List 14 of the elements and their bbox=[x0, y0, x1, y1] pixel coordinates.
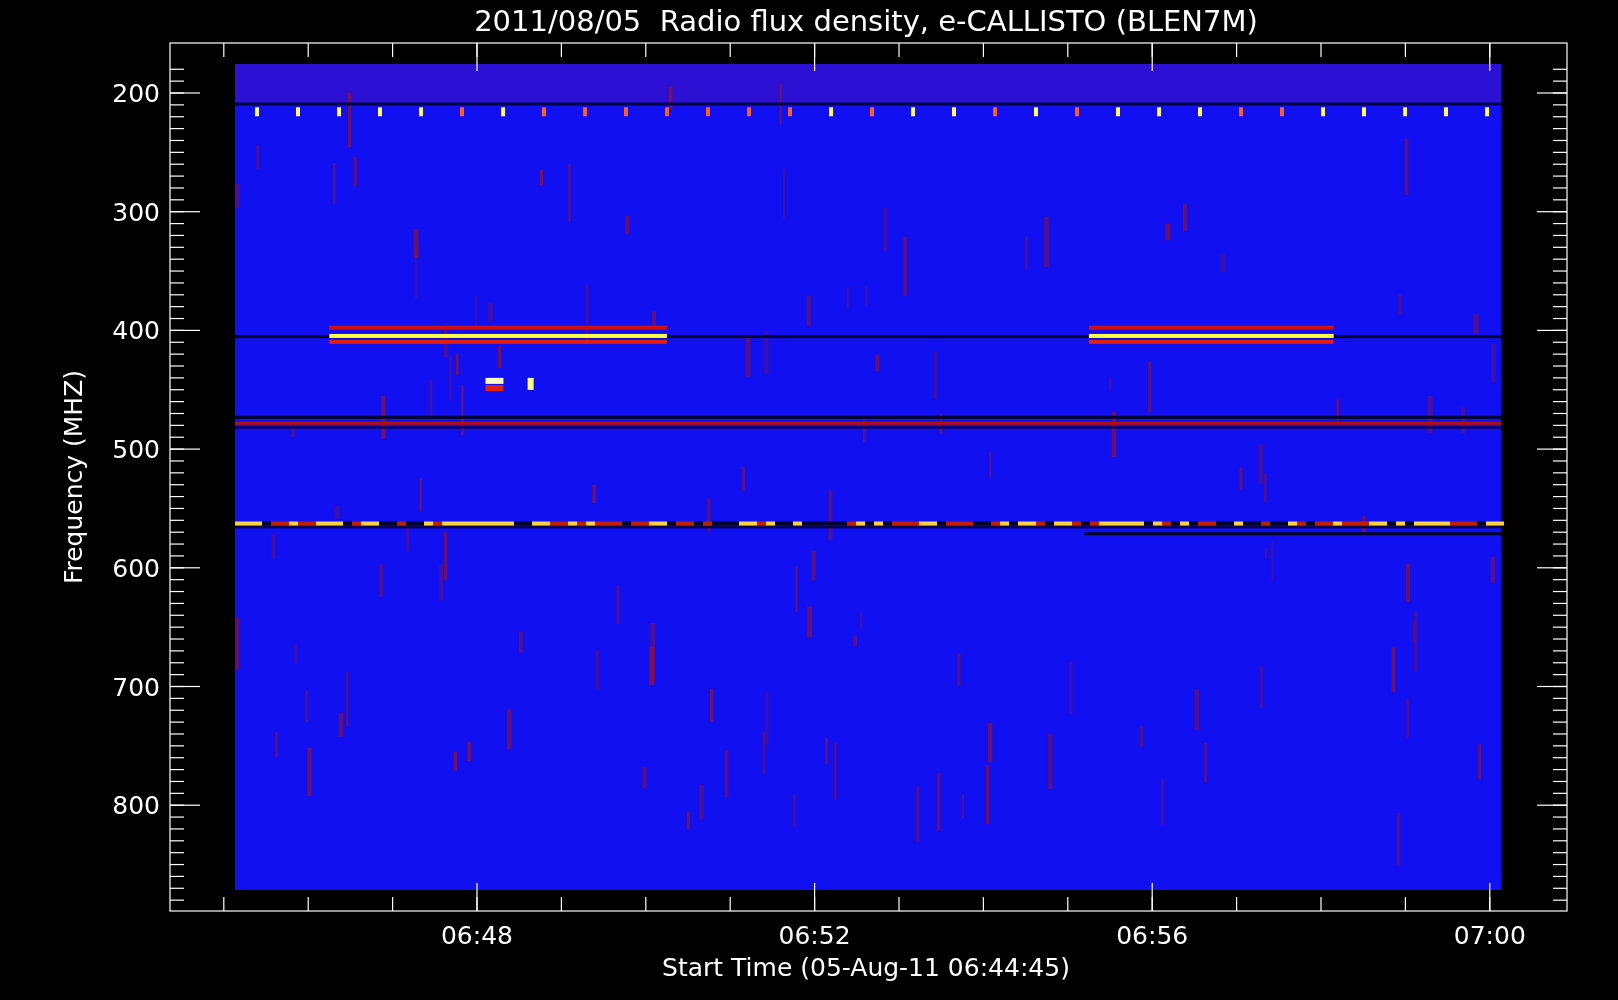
axis-tick-label: 300 bbox=[112, 197, 160, 227]
axis-tick-label: 400 bbox=[112, 316, 160, 346]
axis-tick-label: 600 bbox=[112, 553, 160, 583]
axis-tick-label: 700 bbox=[112, 672, 160, 702]
axis-title: Start Time (05-Aug-11 06:44:45) bbox=[662, 953, 1070, 982]
axis-tick-label: 06:52 bbox=[778, 921, 851, 950]
axis-tick-label: 06:56 bbox=[1116, 921, 1189, 950]
axis-title: Frequency (MHZ) bbox=[59, 369, 88, 585]
axis-tick-label: 07:00 bbox=[1453, 921, 1526, 950]
chart-title: 2011/08/05 Radio flux density, e-CALLISTO (BLEN7M) bbox=[474, 4, 1258, 38]
axis-tick-label: 800 bbox=[112, 791, 160, 821]
axis-tick-label: 06:48 bbox=[441, 921, 513, 950]
axis-tick-label: 500 bbox=[112, 435, 160, 465]
axis-tick-label: 200 bbox=[112, 79, 160, 108]
